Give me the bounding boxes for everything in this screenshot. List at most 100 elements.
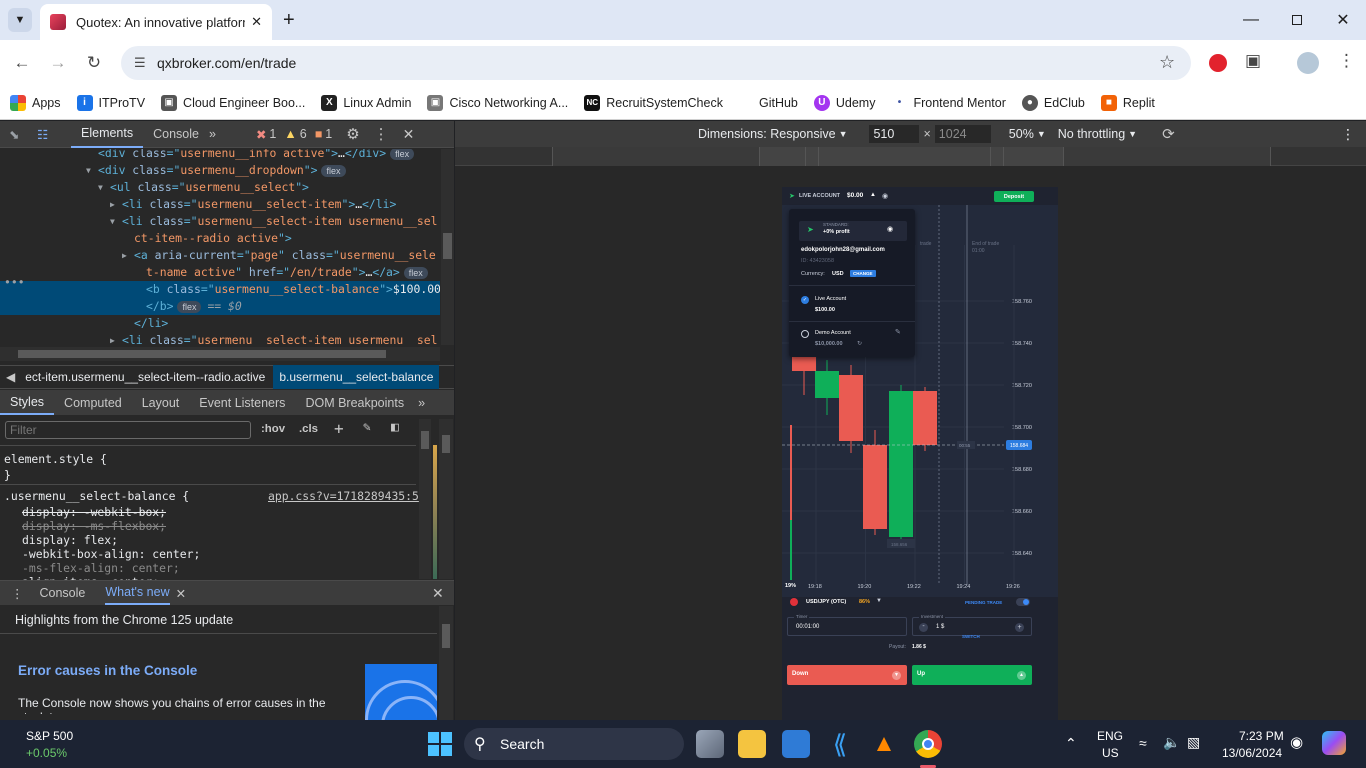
live-account-label[interactable]: Live Account [815, 296, 846, 302]
drawer-tab-whats-new[interactable]: What's new [105, 581, 170, 605]
breadcrumb-item[interactable]: ect-item.usermenu__select-item--radio.ac… [21, 370, 273, 384]
expand-arrow-icon[interactable]: ▼ [86, 162, 91, 179]
dom-node-line[interactable]: </b> flex == $0 [146, 298, 242, 315]
css-declaration[interactable]: display: -ms-flexbox; [22, 519, 166, 533]
bookmark-edclub[interactable]: ● EdClub [1021, 94, 1085, 111]
close-whats-new-icon[interactable]: ✕ [176, 586, 186, 601]
profile-avatar[interactable] [1297, 52, 1319, 74]
tab-elements[interactable]: Elements [71, 121, 144, 148]
breadcrumb-left-icon[interactable]: ◀ [0, 370, 21, 384]
menu-icon[interactable]: ⋮ [1338, 51, 1355, 71]
more-style-tabs-icon[interactable]: » [414, 396, 429, 410]
account-label[interactable]: LIVE ACCOUNT [799, 193, 840, 199]
tab-dom-breakpoints[interactable]: DOM Breakpoints [295, 390, 414, 415]
clock-time[interactable]: 7:23 PM [1239, 729, 1284, 743]
plus-icon[interactable]: + [1015, 623, 1024, 632]
tab-computed[interactable]: Computed [54, 390, 132, 415]
ticker-name[interactable]: S&P 500 [26, 729, 73, 743]
reload-demo-icon[interactable]: ↻ [857, 340, 862, 347]
css-declaration[interactable]: display: flex; [22, 533, 118, 547]
device-toolbar-icon[interactable]: ☷ [37, 127, 53, 142]
expand-arrow-icon[interactable]: ▶ [110, 196, 115, 213]
dom-node-line[interactable]: ▶ <li class="usermenu__select-item">…</li… [110, 196, 396, 213]
zoom-select[interactable]: 50% [1009, 127, 1034, 141]
pending-trade-toggle[interactable] [1016, 598, 1030, 606]
volume-icon[interactable]: 🔈 [1163, 734, 1180, 751]
eye-icon[interactable]: ◉ [887, 225, 893, 233]
drawer-tab-console[interactable]: Console [40, 586, 86, 600]
flex-badge[interactable]: flex [177, 301, 202, 313]
expand-arrow-icon[interactable]: ▼ [110, 213, 115, 230]
dom-node-line[interactable]: ▶ <li class="usermenu__select-item userme… [110, 332, 437, 345]
element-style-rule[interactable]: element.style { [4, 452, 107, 466]
chrome-icon[interactable] [914, 730, 942, 758]
breadcrumb-item-active[interactable]: b.usermenu__select-balance [273, 365, 440, 389]
file-explorer-icon[interactable] [738, 730, 766, 758]
mail-icon[interactable] [782, 730, 810, 758]
dimensions-select[interactable]: Dimensions: Responsive [698, 127, 836, 141]
dom-node-line[interactable]: ▼ <li class="usermenu__select-item userme… [110, 213, 437, 230]
close-window-icon[interactable]: ✕ [1320, 0, 1366, 40]
new-tab-icon[interactable]: + [283, 9, 295, 32]
new-rule-icon[interactable]: + [334, 419, 344, 438]
address-bar[interactable]: ☰ qxbroker.com/en/trade ☆ [121, 46, 1191, 80]
settings-gear-icon[interactable]: ⚙ [346, 125, 359, 143]
dom-node-line[interactable]: t-name active" href="/en/trade">…</a> fle… [146, 264, 428, 281]
language-label[interactable]: ENG [1097, 729, 1123, 743]
close-tab-icon[interactable]: ✕ [251, 14, 262, 30]
bookmark-cloud-engineer[interactable]: ▣ Cloud Engineer Boo... [161, 94, 305, 111]
tab-event-listeners[interactable]: Event Listeners [189, 390, 295, 415]
tray-chevron-up-icon[interactable]: ⌃ [1065, 735, 1077, 752]
error-icon[interactable]: ✖ [256, 127, 266, 142]
media-query-ruler[interactable] [455, 147, 1366, 166]
copilot-icon[interactable] [1322, 731, 1346, 755]
drawer-scrollbar[interactable] [439, 606, 453, 721]
paint-icon[interactable]: ✎ [363, 420, 371, 435]
demo-account-radio[interactable] [801, 330, 809, 338]
bookmark-linux-admin[interactable]: X Linux Admin [321, 94, 411, 111]
reload-icon[interactable]: ↻ [82, 51, 106, 75]
edit-pencil-icon[interactable]: ✎ [895, 328, 901, 336]
vscode-icon[interactable]: ⟪ [826, 730, 854, 758]
task-view-icon[interactable] [696, 730, 724, 758]
hov-button[interactable]: :hov [261, 423, 285, 435]
dom-node-line[interactable]: ▼ <div class="usermenu__dropdown"> flex [86, 162, 346, 179]
demo-account-label[interactable]: Demo Account [815, 330, 851, 336]
bookmark-cisco[interactable]: ▣ Cisco Networking A... [427, 94, 568, 111]
forward-icon[interactable]: → [46, 51, 70, 75]
warning-icon[interactable]: ▲ [284, 127, 296, 141]
bookmark-apps[interactable]: Apps [10, 94, 61, 111]
taskbar-search[interactable]: ⚲ Search [464, 728, 684, 760]
account-balance[interactable]: $0.00 [847, 192, 863, 199]
dom-node-line[interactable]: ct-item--radio active"> [134, 230, 292, 247]
height-input[interactable] [934, 125, 991, 143]
more-tabs-icon[interactable]: » [209, 127, 216, 141]
tab-console[interactable]: Console [143, 121, 209, 148]
investment-field[interactable]: Investment - 1 $ + SWITCH [912, 614, 1032, 639]
width-input[interactable] [869, 125, 920, 143]
css-declaration[interactable]: -webkit-box-align: center; [22, 547, 200, 561]
bookmark-recruit[interactable]: NC RecruitSystemCheck [584, 94, 723, 111]
issues-icon[interactable]: ■ [315, 127, 323, 141]
drawer-menu-icon[interactable]: ⋮ [11, 586, 24, 601]
bookmark-replit[interactable]: ■ Replit [1100, 94, 1155, 111]
tab-styles[interactable]: Styles [0, 390, 55, 415]
styles-scrollbar[interactable] [419, 419, 431, 579]
dom-tree[interactable]: <div class="usermenu__info active">…</di… [0, 149, 440, 345]
dom-horizontal-scrollbar[interactable] [0, 347, 440, 361]
close-drawer-icon[interactable]: ✕ [432, 585, 444, 602]
notification-bell-icon[interactable]: ◉ [882, 192, 888, 200]
browser-tab[interactable]: Quotex: An innovative platform ✕ [40, 4, 272, 40]
extensions-icon[interactable]: ▣ [1245, 51, 1261, 71]
live-account-radio[interactable]: ✓ [801, 296, 809, 304]
throttling-select[interactable]: No throttling [1058, 127, 1125, 141]
change-currency-button[interactable]: CHANGE [850, 270, 876, 277]
whats-new-title[interactable]: Error causes in the Console [18, 663, 197, 678]
device-options-icon[interactable]: ⋮ [1341, 126, 1355, 143]
dom-vertical-scrollbar[interactable] [441, 149, 454, 345]
asset-chevron-down-icon[interactable]: ▼ [876, 598, 882, 604]
expand-arrow-icon[interactable]: ▶ [110, 332, 115, 345]
opera-extension-icon[interactable] [1209, 54, 1227, 72]
bookmark-star-icon[interactable]: ☆ [1159, 52, 1175, 73]
expand-arrow-icon[interactable]: ▶ [122, 247, 127, 264]
